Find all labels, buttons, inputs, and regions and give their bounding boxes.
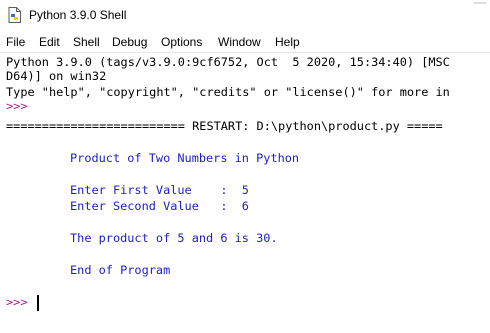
restart-line: ========================= RESTART: D:\py…	[6, 119, 443, 133]
banner-line-3: Type "help", "copyright", "credits" or "…	[6, 85, 450, 99]
output-result: The product of 5 and 6 is 30.	[70, 231, 278, 245]
menu-file[interactable]: File	[6, 35, 25, 49]
menu-bar: File Edit Shell Debug Options Window Hel…	[0, 31, 490, 52]
banner-line-1: Python 3.9.0 (tags/v3.9.0:9cf6752, Oct 5…	[6, 55, 450, 69]
title-bar[interactable]: Python 3.9.0 Shell	[0, 0, 490, 31]
menu-window[interactable]: Window	[218, 35, 261, 49]
window-title: Python 3.9.0 Shell	[29, 8, 127, 22]
output-second-value: Enter Second Value : 6	[70, 199, 249, 213]
output-heading: Product of Two Numbers in Python	[70, 151, 300, 165]
text-cursor	[37, 295, 39, 311]
menu-options[interactable]: Options	[161, 35, 202, 49]
output-end: End of Program	[70, 263, 171, 277]
shell-prompt-active: >>>	[6, 295, 28, 309]
idle-python-icon	[8, 7, 21, 23]
menu-debug[interactable]: Debug	[112, 35, 147, 49]
menu-edit[interactable]: Edit	[39, 35, 60, 49]
banner-line-2: D64)] on win32	[6, 69, 107, 83]
menu-help[interactable]: Help	[275, 35, 300, 49]
window-control-icon[interactable]	[470, 0, 490, 6]
shell-prompt: >>>	[6, 99, 28, 113]
output-first-value: Enter First Value : 5	[70, 183, 249, 197]
python-shell-window: Python 3.9.0 Shell File Edit Shell Debug…	[0, 0, 490, 333]
shell-text-area[interactable]: Python 3.9.0 (tags/v3.9.0:9cf6752, Oct 5…	[0, 52, 490, 333]
menu-shell[interactable]: Shell	[73, 35, 100, 49]
